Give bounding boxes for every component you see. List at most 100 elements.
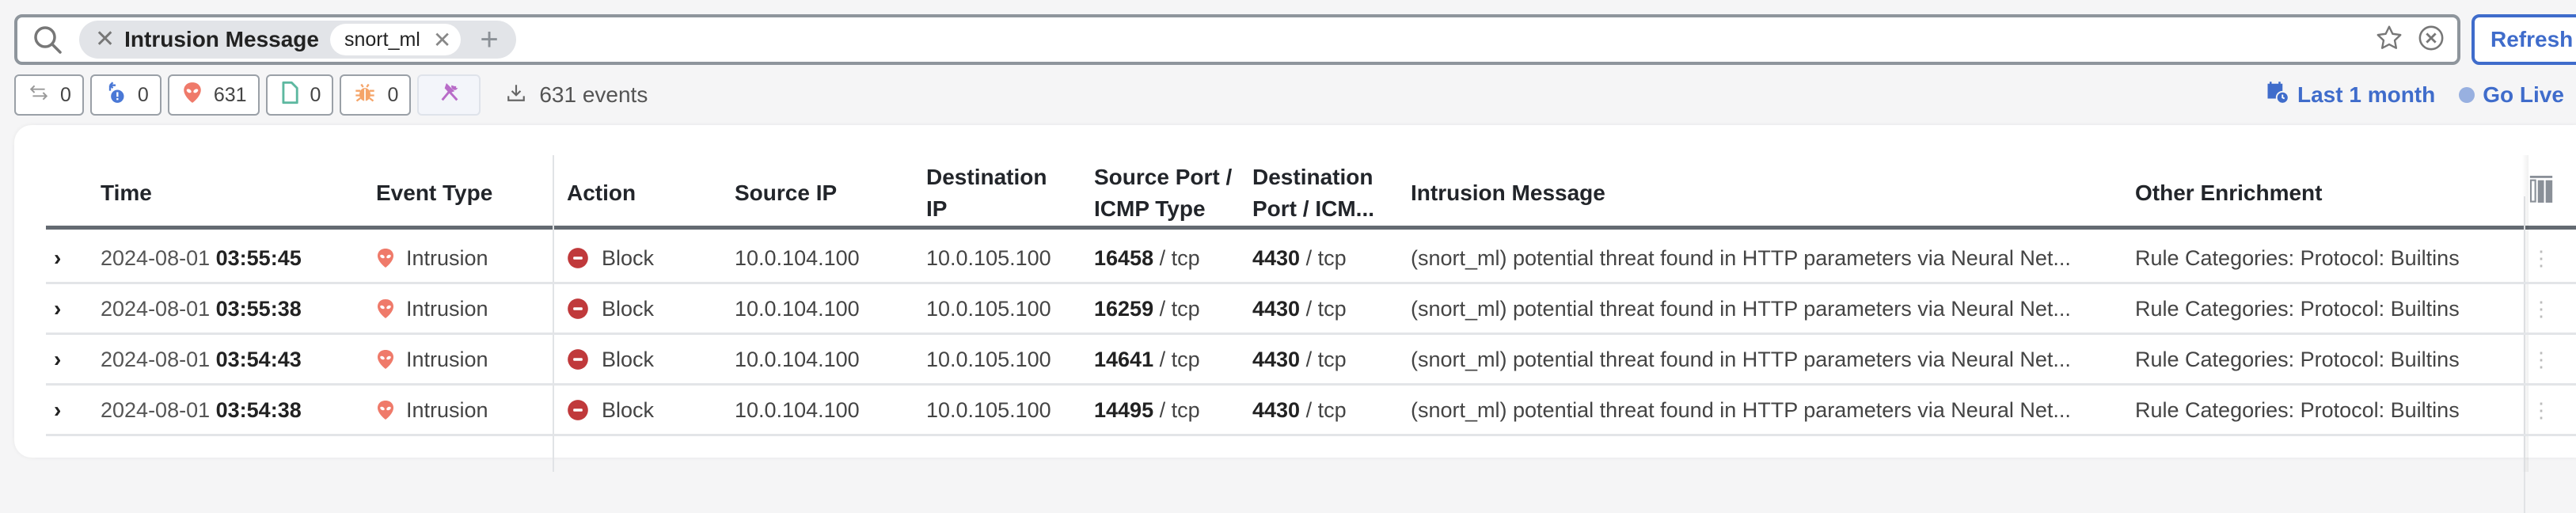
events-table-card: Time Event Type Action Source IP Destina… xyxy=(14,125,2576,513)
chip-intrusion-events[interactable]: 631 xyxy=(167,74,260,116)
search-icon xyxy=(24,17,71,62)
source-port: 16259 xyxy=(1094,296,1154,321)
cell-source-ip[interactable]: 10.0.104.100 xyxy=(735,335,860,384)
chip-count: 0 xyxy=(387,83,399,106)
cell-source-ip[interactable]: 10.0.104.100 xyxy=(735,386,860,435)
row-actions-button[interactable]: ⋮ xyxy=(2522,234,2560,283)
cell-destination-ip[interactable]: 10.0.105.100 xyxy=(926,234,1051,283)
chevron-right-icon: › xyxy=(54,347,62,371)
search-bar[interactable]: ✕ Intrusion Message snort_ml ✕ + xyxy=(14,14,2460,65)
column-header-time[interactable]: Time xyxy=(101,157,152,230)
column-header-event-type[interactable]: Event Type xyxy=(376,157,492,230)
cell-destination-ip[interactable]: 10.0.105.100 xyxy=(926,386,1051,435)
intrusion-alien-icon xyxy=(376,400,395,420)
column-header-intrusion-message[interactable]: Intrusion Message xyxy=(1411,157,1605,230)
column-header-source-ip[interactable]: Source IP xyxy=(735,157,837,230)
chip-count: 0 xyxy=(310,83,321,106)
refresh-button[interactable]: Refresh xyxy=(2472,14,2576,65)
cell-destination-ip[interactable]: 10.0.105.100 xyxy=(926,335,1051,384)
source-protocol: / tcp xyxy=(1159,245,1200,270)
live-status-dot-icon xyxy=(2459,87,2475,103)
column-header-destination-ip[interactable]: Destination IP xyxy=(926,157,1069,230)
chip-count: 631 xyxy=(213,83,247,106)
connection-icon xyxy=(28,82,49,108)
event-time: 03:54:38 xyxy=(215,397,302,422)
event-date: 2024-08-01 xyxy=(101,347,211,371)
chip-connection-events[interactable]: 0 xyxy=(14,74,84,116)
expand-row-button[interactable]: › xyxy=(54,234,61,283)
remove-value-icon[interactable]: ✕ xyxy=(433,27,451,53)
event-type-label: Intrusion xyxy=(406,347,488,371)
source-port: 14641 xyxy=(1094,347,1154,371)
column-header-other-enrichment[interactable]: Other Enrichment xyxy=(2135,157,2322,230)
row-actions-button[interactable]: ⋮ xyxy=(2522,284,2560,333)
add-value-icon[interactable]: + xyxy=(480,24,498,55)
filter-value: snort_ml xyxy=(344,28,420,51)
cell-source-ip[interactable]: 10.0.104.100 xyxy=(735,284,860,333)
row-actions-button[interactable]: ⋮ xyxy=(2522,335,2560,384)
row-actions-button[interactable]: ⋮ xyxy=(2522,386,2560,435)
go-live-button[interactable]: Go Live xyxy=(2459,82,2564,108)
event-time: 03:55:38 xyxy=(215,296,302,321)
chip-file-events[interactable]: 0 xyxy=(265,74,334,116)
chip-ioc-events[interactable]: 0 xyxy=(89,74,161,116)
cell-event-type: Intrusion xyxy=(376,335,488,384)
cell-action: Block xyxy=(567,386,654,435)
filter-value-token[interactable]: snort_ml ✕ xyxy=(329,24,462,55)
event-type-label: Intrusion xyxy=(406,397,488,422)
cell-destination-ip[interactable]: 10.0.105.100 xyxy=(926,284,1051,333)
table-row[interactable]: › 2024-08-01 03:54:43 Intrusion Block 10… xyxy=(46,335,2576,386)
malware-bug-icon xyxy=(354,82,376,109)
chip-count: 0 xyxy=(137,83,149,106)
destination-port: 4430 xyxy=(1252,397,1301,422)
cell-source-port: 16458 / tcp xyxy=(1094,234,1200,283)
cell-destination-port: 4430 / tcp xyxy=(1252,386,1347,435)
cell-source-ip[interactable]: 10.0.104.100 xyxy=(735,234,860,283)
chip-malware-events[interactable]: 0 xyxy=(340,74,412,116)
cell-time: 2024-08-01 03:54:38 xyxy=(101,386,302,435)
filter-pill[interactable]: ✕ Intrusion Message snort_ml ✕ + xyxy=(79,21,516,59)
cell-source-port: 16259 / tcp xyxy=(1094,284,1200,333)
chip-tools[interactable] xyxy=(417,74,481,116)
source-protocol: / tcp xyxy=(1159,347,1200,371)
cell-time: 2024-08-01 03:55:38 xyxy=(101,284,302,333)
action-label: Block xyxy=(602,397,655,422)
block-icon xyxy=(567,399,589,421)
time-range-label: Last 1 month xyxy=(2297,82,2436,107)
column-header-destination-port[interactable]: Destination Port / ICM... xyxy=(1252,157,1403,230)
event-count: 631 events xyxy=(506,82,648,108)
column-header-action[interactable]: Action xyxy=(567,157,636,230)
cell-intrusion-message: (snort_ml) potential threat found in HTT… xyxy=(1411,347,2071,371)
destination-port: 4430 xyxy=(1252,296,1301,321)
remove-filter-icon[interactable]: ✕ xyxy=(95,28,115,51)
event-time: 03:55:45 xyxy=(215,245,302,270)
expand-row-button[interactable]: › xyxy=(54,335,61,384)
table-row[interactable]: › 2024-08-01 03:55:45 Intrusion Block 10… xyxy=(46,234,2576,284)
table-row[interactable]: › 2024-08-01 03:54:38 Intrusion Block 10… xyxy=(46,386,2576,436)
cell-source-port: 14495 / tcp xyxy=(1094,386,1200,435)
download-icon[interactable] xyxy=(506,82,526,108)
event-type-label: Intrusion xyxy=(406,245,488,270)
clear-search-icon[interactable] xyxy=(2418,25,2445,55)
cell-destination-port: 4430 / tcp xyxy=(1252,335,1347,384)
expand-row-button[interactable]: › xyxy=(54,386,61,435)
expand-row-button[interactable]: › xyxy=(54,284,61,333)
time-range-button[interactable]: Last 1 month xyxy=(2266,81,2435,110)
cell-destination-port: 4430 / tcp xyxy=(1252,234,1347,283)
columns-icon xyxy=(2529,175,2553,211)
chevron-right-icon: › xyxy=(54,296,62,321)
destination-protocol: / tcp xyxy=(1305,397,1347,422)
events-count-label: 631 events xyxy=(539,82,648,107)
intrusion-alien-icon xyxy=(376,298,395,319)
cell-other-enrichment: Rule Categories: Protocol: Builtins xyxy=(2135,347,2460,371)
action-label: Block xyxy=(602,347,655,371)
table-row[interactable]: › 2024-08-01 03:55:38 Intrusion Block 10… xyxy=(46,284,2576,335)
column-header-source-port[interactable]: Source Port / ICMP Type xyxy=(1094,157,1244,230)
chip-count: 0 xyxy=(60,83,71,106)
cell-action: Block xyxy=(567,335,654,384)
calendar-clock-icon xyxy=(2266,81,2289,110)
star-icon[interactable] xyxy=(2375,24,2403,56)
intrusion-alien-icon xyxy=(376,349,395,370)
destination-port: 4430 xyxy=(1252,245,1301,270)
cell-other-enrichment: Rule Categories: Protocol: Builtins xyxy=(2135,397,2460,422)
